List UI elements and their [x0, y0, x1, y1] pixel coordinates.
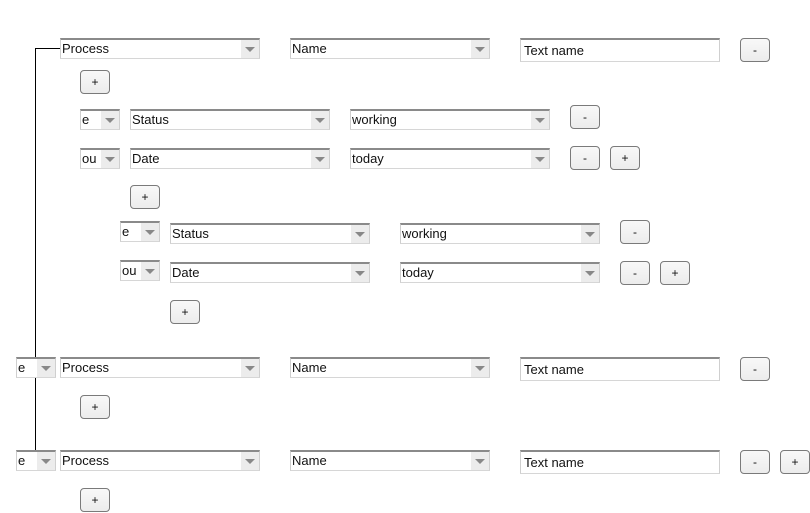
condition-add-button[interactable]: +: [660, 261, 690, 285]
group2-add-condition-button[interactable]: +: [80, 395, 110, 419]
group3-field-select[interactable]: Process: [60, 450, 260, 471]
group2-field-select[interactable]: Process: [60, 357, 260, 378]
group3-logic-value: e: [18, 453, 26, 468]
group2-field-value: Process: [62, 360, 109, 375]
condition-remove-button[interactable]: -: [570, 146, 600, 170]
group1-attr-select[interactable]: Name: [290, 38, 490, 59]
condition-logic-value: ou: [82, 151, 97, 166]
group2-remove-button[interactable]: -: [740, 357, 770, 381]
group3-add-condition-button[interactable]: +: [80, 488, 110, 512]
condition-logic-select[interactable]: e: [120, 221, 160, 242]
chevron-down-icon[interactable]: [37, 452, 55, 470]
condition-field-value: Status: [132, 112, 169, 127]
group1-field-value: Process: [62, 41, 109, 56]
tree-connector-branch-top: [35, 48, 61, 49]
group2-logic-value: e: [18, 360, 26, 375]
chevron-down-icon[interactable]: [531, 150, 549, 168]
chevron-down-icon[interactable]: [241, 359, 259, 377]
group1-field-select[interactable]: Process: [60, 38, 260, 59]
group3-attr-value: Name: [292, 453, 327, 468]
chevron-down-icon[interactable]: [351, 264, 369, 282]
chevron-down-icon[interactable]: [471, 40, 489, 58]
condition-value-select[interactable]: today: [400, 262, 600, 283]
chevron-down-icon[interactable]: [531, 111, 549, 129]
group1-value-input[interactable]: [520, 38, 720, 62]
chevron-down-icon[interactable]: [37, 359, 55, 377]
group2-logic-select[interactable]: e: [16, 357, 56, 378]
tree-connector-trunk: [35, 48, 36, 450]
chevron-down-icon[interactable]: [101, 150, 119, 168]
condition-add-button[interactable]: +: [610, 146, 640, 170]
chevron-down-icon[interactable]: [101, 111, 119, 129]
group3-remove-button[interactable]: -: [740, 450, 770, 474]
condition-logic-select[interactable]: e: [80, 109, 120, 130]
condition-value-value: working: [402, 226, 447, 241]
chevron-down-icon[interactable]: [141, 262, 159, 280]
group2-value-input[interactable]: [520, 357, 720, 381]
subgroup-add-condition-button[interactable]: +: [130, 185, 160, 209]
condition-remove-button[interactable]: -: [620, 261, 650, 285]
condition-value-value: today: [402, 265, 434, 280]
chevron-down-icon[interactable]: [241, 452, 259, 470]
condition-value-select[interactable]: working: [400, 223, 600, 244]
condition-field-value: Date: [172, 265, 200, 280]
condition-field-value: Date: [132, 151, 160, 166]
group1-attr-value: Name: [292, 41, 327, 56]
condition-logic-value: e: [122, 224, 130, 239]
group3-attr-select[interactable]: Name: [290, 450, 490, 471]
chevron-down-icon[interactable]: [581, 225, 599, 243]
group2-attr-value: Name: [292, 360, 327, 375]
condition-logic-select[interactable]: ou: [80, 148, 120, 169]
chevron-down-icon[interactable]: [311, 150, 329, 168]
chevron-down-icon[interactable]: [241, 40, 259, 58]
chevron-down-icon[interactable]: [471, 452, 489, 470]
condition-logic-value: ou: [122, 263, 137, 278]
chevron-down-icon[interactable]: [311, 111, 329, 129]
group3-field-value: Process: [62, 453, 109, 468]
chevron-down-icon[interactable]: [351, 225, 369, 243]
condition-logic-value: e: [82, 112, 90, 127]
group1-add-condition-button[interactable]: +: [80, 70, 110, 94]
condition-field-select[interactable]: Status: [170, 223, 370, 244]
condition-field-value: Status: [172, 226, 209, 241]
chevron-down-icon[interactable]: [141, 223, 159, 241]
group2-attr-select[interactable]: Name: [290, 357, 490, 378]
chevron-down-icon[interactable]: [471, 359, 489, 377]
subgroup-add-nested-button[interactable]: +: [170, 300, 200, 324]
condition-value-select[interactable]: working: [350, 109, 550, 130]
condition-value-select[interactable]: today: [350, 148, 550, 169]
group3-append-group-button[interactable]: +: [780, 450, 810, 474]
condition-field-select[interactable]: Date: [170, 262, 370, 283]
condition-logic-select[interactable]: ou: [120, 260, 160, 281]
group1-remove-button[interactable]: -: [740, 38, 770, 62]
group3-value-input[interactable]: [520, 450, 720, 474]
condition-value-value: working: [352, 112, 397, 127]
condition-remove-button[interactable]: -: [570, 105, 600, 129]
condition-remove-button[interactable]: -: [620, 220, 650, 244]
condition-field-select[interactable]: Date: [130, 148, 330, 169]
condition-value-value: today: [352, 151, 384, 166]
group3-logic-select[interactable]: e: [16, 450, 56, 471]
chevron-down-icon[interactable]: [581, 264, 599, 282]
condition-field-select[interactable]: Status: [130, 109, 330, 130]
